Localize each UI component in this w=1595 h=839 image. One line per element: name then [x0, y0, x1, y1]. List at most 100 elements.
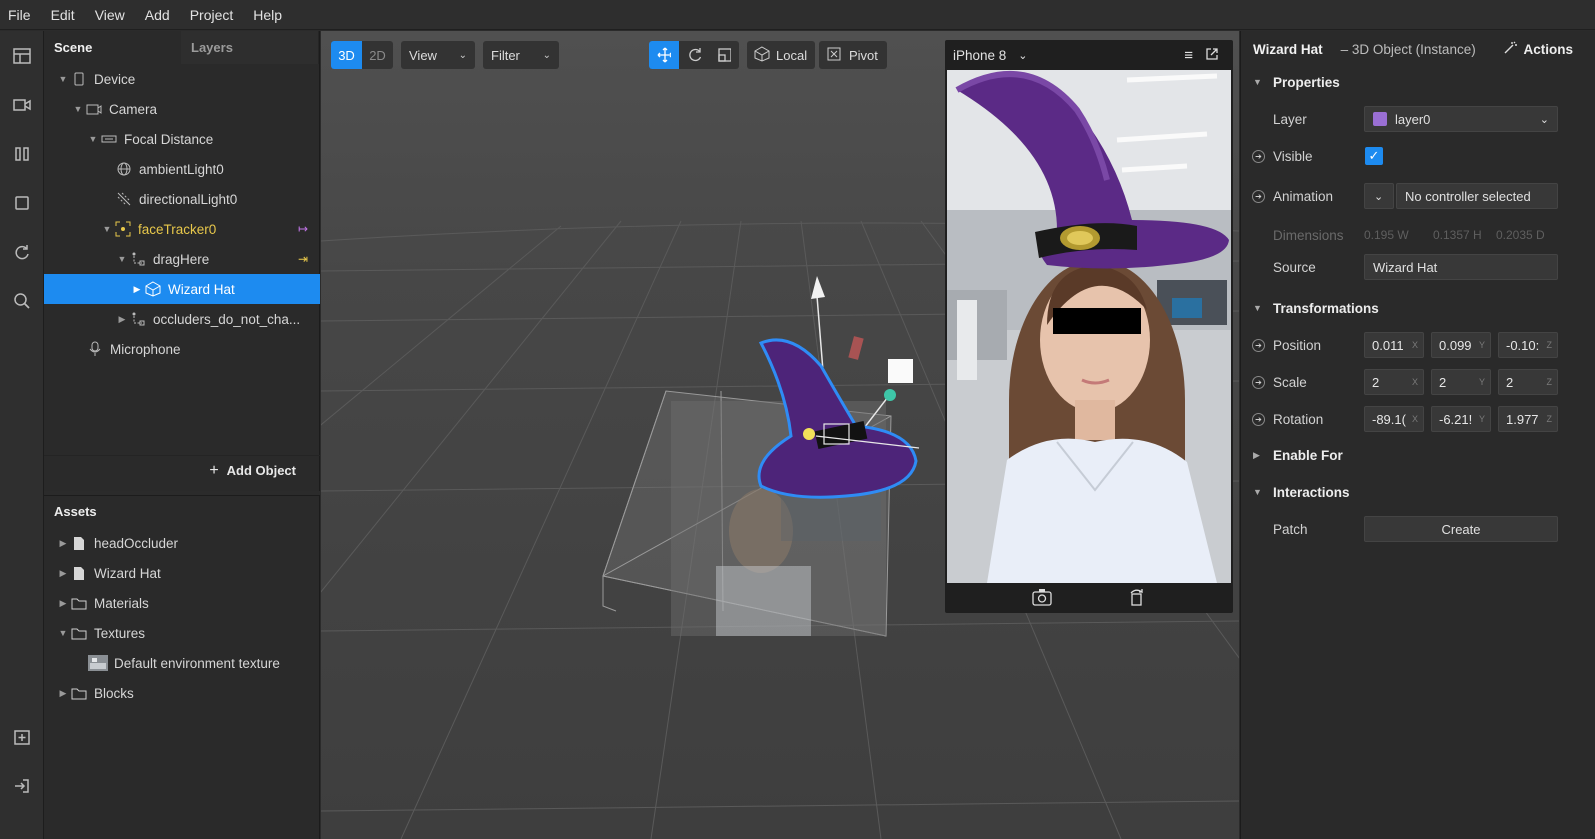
- tree-item-focal-distance[interactable]: ▼ Focal Distance: [44, 124, 320, 154]
- animation-controller-field[interactable]: No controller selected: [1396, 183, 1558, 209]
- interactions-section-header[interactable]: ▼ Interactions: [1241, 477, 1595, 507]
- file-icon: [70, 565, 88, 581]
- search-icon[interactable]: [7, 286, 37, 316]
- link-in-icon[interactable]: ⇥: [298, 252, 308, 266]
- filter-dropdown[interactable]: Filter ⌄: [483, 41, 559, 69]
- pause-icon[interactable]: [7, 139, 37, 169]
- menu-view[interactable]: View: [95, 7, 125, 23]
- tree-item-ambient-light[interactable]: ambientLight0: [44, 154, 320, 184]
- position-y-input[interactable]: 0.099 Y: [1431, 332, 1491, 358]
- position-y-value: 0.099: [1439, 337, 1472, 353]
- menu-add[interactable]: Add: [145, 7, 170, 23]
- chevron-down-icon: ▼: [1253, 487, 1262, 497]
- restart-icon[interactable]: [7, 237, 37, 267]
- scale-z-input[interactable]: 2Z: [1498, 369, 1558, 395]
- rotate-tool-icon[interactable]: [679, 41, 709, 69]
- rotation-x-value: -89.1(: [1372, 411, 1406, 427]
- connect-arrow-icon[interactable]: ➔: [1252, 189, 1265, 203]
- chevron-right-icon[interactable]: ▶: [115, 314, 129, 325]
- chevron-right-icon[interactable]: ▶: [56, 568, 70, 579]
- scale-x-input[interactable]: 2X: [1364, 369, 1424, 395]
- source-field[interactable]: Wizard Hat: [1364, 254, 1558, 280]
- export-icon[interactable]: [7, 771, 37, 801]
- chevron-down-icon[interactable]: ▼: [86, 134, 100, 144]
- asset-item-head-occluder[interactable]: ▶ headOccluder: [44, 528, 320, 558]
- rotation-z-input[interactable]: 1.977 Z: [1498, 406, 1558, 432]
- scale-tool-icon[interactable]: [709, 41, 739, 69]
- tree-item-device[interactable]: ▼ Device: [44, 64, 320, 94]
- asset-item-blocks[interactable]: ▶ Blocks: [44, 678, 320, 708]
- connect-arrow-icon[interactable]: ➔: [1252, 149, 1265, 163]
- menu-icon[interactable]: ≡: [1184, 47, 1193, 64]
- mode-3d-button[interactable]: 3D: [331, 41, 362, 69]
- pop-out-icon[interactable]: [1205, 47, 1219, 64]
- move-tool-icon[interactable]: [649, 41, 679, 69]
- connect-arrow-icon[interactable]: ➔: [1252, 338, 1265, 352]
- dimension-width: 0.195 W: [1364, 228, 1409, 242]
- asset-item-materials[interactable]: ▶ Materials: [44, 588, 320, 618]
- tree-item-occluders[interactable]: ▶ occluders_do_not_cha...: [44, 304, 320, 334]
- tab-layers[interactable]: Layers: [181, 31, 318, 64]
- asset-item-label: Blocks: [94, 685, 134, 701]
- chevron-right-icon[interactable]: ▶: [56, 598, 70, 609]
- tab-scene[interactable]: Scene: [44, 31, 181, 64]
- rotation-y-input[interactable]: -6.21! Y: [1431, 406, 1491, 432]
- menu-edit[interactable]: Edit: [51, 7, 75, 23]
- create-patch-button[interactable]: Create: [1364, 516, 1558, 542]
- actions-button[interactable]: Actions: [1503, 41, 1573, 58]
- menu-file[interactable]: File: [8, 7, 31, 23]
- face-tracker-icon: [114, 221, 132, 237]
- chevron-down-icon[interactable]: ▼: [56, 628, 70, 638]
- view-dropdown[interactable]: View ⌄: [401, 41, 475, 69]
- device-preview-icon[interactable]: [7, 188, 37, 218]
- visible-checkbox[interactable]: ✓: [1365, 147, 1383, 165]
- connect-arrow-icon[interactable]: ➔: [1252, 375, 1265, 389]
- interactions-title: Interactions: [1273, 484, 1350, 500]
- local-toggle[interactable]: Local: [747, 41, 815, 69]
- asset-item-default-environment-texture[interactable]: Default environment texture: [44, 648, 320, 678]
- pivot-toggle[interactable]: Pivot: [819, 41, 887, 69]
- menu-help[interactable]: Help: [253, 7, 282, 23]
- rotation-x-input[interactable]: -89.1(X: [1364, 406, 1424, 432]
- link-out-icon[interactable]: ↦: [298, 222, 308, 236]
- asset-item-wizard-hat[interactable]: ▶ Wizard Hat: [44, 558, 320, 588]
- asset-item-label: Default environment texture: [114, 655, 280, 671]
- chevron-down-icon[interactable]: ▼: [100, 224, 114, 234]
- scene-tabs: Scene Layers: [44, 31, 319, 64]
- tree-item-face-tracker[interactable]: ▼ faceTracker0 ↦: [44, 214, 320, 244]
- asset-item-textures[interactable]: ▼ Textures: [44, 618, 320, 648]
- chevron-right-icon[interactable]: ▶: [56, 688, 70, 699]
- transformations-section-header[interactable]: ▼ Transformations: [1241, 293, 1595, 323]
- chevron-down-icon[interactable]: ▼: [71, 104, 85, 114]
- chevron-down-icon[interactable]: ▼: [56, 74, 70, 84]
- chevron-right-icon[interactable]: ▶: [56, 538, 70, 549]
- scale-y-value: 2: [1439, 374, 1447, 390]
- chevron-down-icon[interactable]: ▼: [115, 254, 129, 264]
- properties-section-header[interactable]: ▼ Properties: [1241, 67, 1595, 97]
- video-icon[interactable]: [7, 90, 37, 120]
- connect-arrow-icon[interactable]: ➔: [1252, 412, 1265, 426]
- screenshot-icon[interactable]: [1032, 588, 1052, 609]
- add-object-button[interactable]: + Add Object: [44, 455, 320, 485]
- layer-select[interactable]: layer0 ⌄: [1364, 106, 1558, 132]
- scale-y-input[interactable]: 2Y: [1431, 369, 1491, 395]
- layout-icon[interactable]: [7, 41, 37, 71]
- file-icon: [70, 535, 88, 551]
- tree-item-camera[interactable]: ▼ Camera: [44, 94, 320, 124]
- position-x-input[interactable]: 0.011 X: [1364, 332, 1424, 358]
- enable-for-section-header[interactable]: ▶ Enable For: [1241, 440, 1595, 470]
- device-select[interactable]: iPhone 8: [953, 48, 1006, 63]
- tree-item-drag-here[interactable]: ▼ dragHere ⇥: [44, 244, 320, 274]
- animation-dropdown-toggle[interactable]: ⌄: [1364, 183, 1394, 209]
- tree-item-wizard-hat[interactable]: ▶ Wizard Hat: [44, 274, 320, 304]
- menu-project[interactable]: Project: [190, 7, 234, 23]
- chevron-down-icon[interactable]: ⌄: [1018, 49, 1027, 62]
- position-z-input[interactable]: -0.10: Z: [1498, 332, 1558, 358]
- mode-2d-button[interactable]: 2D: [362, 41, 393, 69]
- add-layer-icon[interactable]: [7, 722, 37, 752]
- inspector-header: Wizard Hat – 3D Object (Instance) Action…: [1241, 31, 1595, 67]
- rotate-device-icon[interactable]: [1128, 588, 1146, 609]
- tree-item-directional-light[interactable]: directionalLight0: [44, 184, 320, 214]
- chevron-right-icon[interactable]: ▶: [130, 284, 144, 295]
- tree-item-microphone[interactable]: Microphone: [44, 334, 320, 364]
